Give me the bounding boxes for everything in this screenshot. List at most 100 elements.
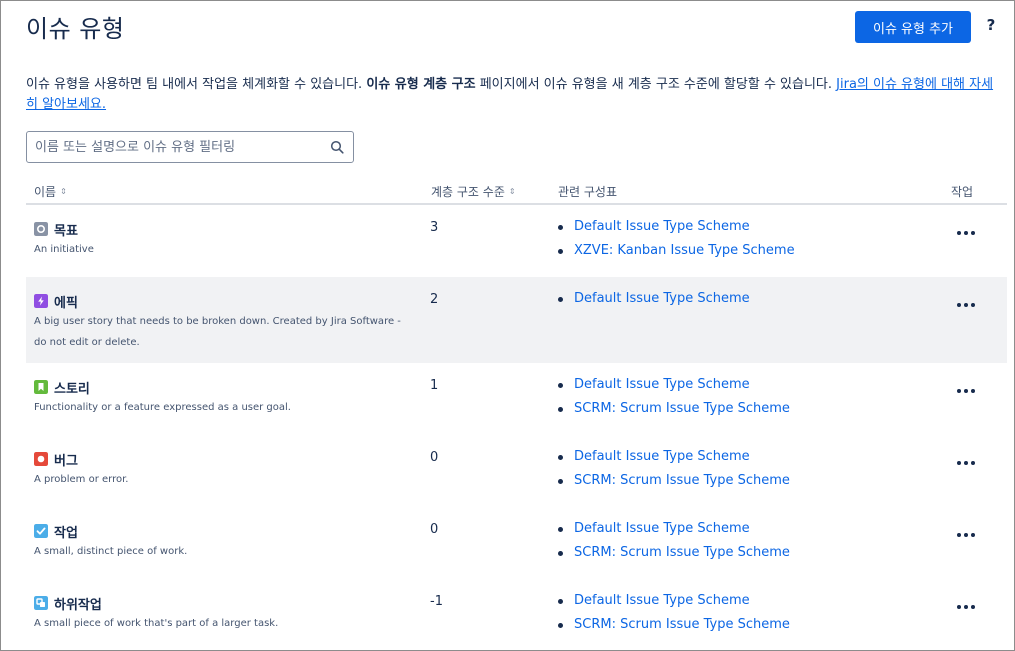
issue-type-name[interactable]: 목표 bbox=[54, 220, 78, 239]
scheme-list: Default Issue Type Scheme bbox=[556, 287, 750, 311]
hierarchy-level: 3 bbox=[430, 220, 439, 235]
list-item: Default Issue Type Scheme bbox=[556, 445, 790, 469]
scheme-link[interactable]: Default Issue Type Scheme bbox=[574, 291, 750, 306]
list-item: SCRM: Scrum Issue Type Scheme bbox=[556, 397, 790, 421]
more-actions-button[interactable] bbox=[952, 525, 980, 545]
column-header-actions: 작업 bbox=[951, 183, 973, 200]
hierarchy-level: 0 bbox=[430, 450, 439, 465]
search-icon[interactable] bbox=[330, 140, 344, 154]
issue-type-name[interactable]: 버그 bbox=[54, 450, 78, 469]
scheme-list: Default Issue Type Scheme SCRM: Scrum Is… bbox=[556, 589, 790, 637]
page-title: 이슈 유형 bbox=[26, 15, 125, 43]
scheme-link[interactable]: SCRM: Scrum Issue Type Scheme bbox=[574, 617, 790, 632]
issue-type-description: A problem or error. bbox=[34, 474, 129, 485]
scheme-list: Default Issue Type Scheme SCRM: Scrum Is… bbox=[556, 517, 790, 565]
scheme-link[interactable]: Default Issue Type Scheme bbox=[574, 449, 750, 464]
column-header-level-label: 계층 구조 수준 bbox=[431, 185, 505, 199]
more-dot bbox=[964, 231, 968, 235]
more-dot bbox=[957, 231, 961, 235]
more-actions-button[interactable] bbox=[952, 381, 980, 401]
table-row: 에픽 A big user story that needs to be bro… bbox=[26, 277, 1007, 363]
list-item: SCRM: Scrum Issue Type Scheme bbox=[556, 541, 790, 565]
list-item: Default Issue Type Scheme bbox=[556, 589, 790, 613]
hierarchy-level: 1 bbox=[430, 378, 439, 393]
more-dot bbox=[957, 389, 961, 393]
list-item: SCRM: Scrum Issue Type Scheme bbox=[556, 613, 790, 637]
more-dot bbox=[957, 533, 961, 537]
more-actions-button[interactable] bbox=[952, 453, 980, 473]
bug-icon bbox=[34, 452, 48, 466]
scheme-link[interactable]: SCRM: Scrum Issue Type Scheme bbox=[574, 545, 790, 560]
epic-icon bbox=[34, 294, 48, 308]
more-actions-button[interactable] bbox=[952, 223, 980, 243]
scheme-link[interactable]: Default Issue Type Scheme bbox=[574, 593, 750, 608]
more-dot bbox=[971, 389, 975, 393]
more-dot bbox=[964, 533, 968, 537]
scheme-link[interactable]: SCRM: Scrum Issue Type Scheme bbox=[574, 473, 790, 488]
hierarchy-level: 0 bbox=[430, 522, 439, 537]
issue-type-description: A small, distinct piece of work. bbox=[34, 546, 188, 557]
table-row: 스토리 Functionality or a feature expressed… bbox=[26, 363, 1007, 435]
more-dot bbox=[964, 461, 968, 465]
issue-type-description: A small piece of work that's part of a l… bbox=[34, 618, 279, 629]
scheme-list: Default Issue Type Scheme SCRM: Scrum Is… bbox=[556, 445, 790, 493]
sort-icon: ⇕ bbox=[60, 186, 67, 196]
issue-type-name[interactable]: 에픽 bbox=[54, 292, 78, 311]
more-dot bbox=[964, 605, 968, 609]
page-description: 이슈 유형을 사용하면 팀 내에서 작업을 체계화할 수 있습니다. 이슈 유형… bbox=[26, 75, 1002, 115]
help-icon[interactable]: ? bbox=[984, 16, 998, 38]
add-issue-type-button[interactable]: 이슈 유형 추가 bbox=[855, 11, 971, 43]
column-header-name-label: 이름 bbox=[34, 185, 57, 199]
more-dot bbox=[971, 533, 975, 537]
more-dot bbox=[971, 605, 975, 609]
column-header-level[interactable]: 계층 구조 수준 ⇕ bbox=[431, 183, 516, 200]
more-dot bbox=[971, 231, 975, 235]
column-header-actions-label: 작업 bbox=[951, 185, 974, 199]
more-actions-button[interactable] bbox=[952, 295, 980, 315]
more-dot bbox=[964, 303, 968, 307]
list-item: Default Issue Type Scheme bbox=[556, 215, 795, 239]
scheme-list: Default Issue Type Scheme SCRM: Scrum Is… bbox=[556, 373, 790, 421]
issue-type-description: An initiative bbox=[34, 244, 94, 255]
more-dot bbox=[971, 461, 975, 465]
description-text: 이슈 유형을 사용하면 팀 내에서 작업을 체계화할 수 있습니다. bbox=[26, 77, 367, 92]
list-item: SCRM: Scrum Issue Type Scheme bbox=[556, 469, 790, 493]
table-row: 목표 An initiative 3 Default Issue Type Sc… bbox=[26, 205, 1007, 277]
scheme-link[interactable]: Default Issue Type Scheme bbox=[574, 377, 750, 392]
list-item: Default Issue Type Scheme bbox=[556, 517, 790, 541]
search-box bbox=[26, 131, 354, 163]
scheme-list: Default Issue Type Scheme XZVE: Kanban I… bbox=[556, 215, 795, 263]
more-dot bbox=[971, 303, 975, 307]
list-item: XZVE: Kanban Issue Type Scheme bbox=[556, 239, 795, 263]
page-frame: 이슈 유형 이슈 유형 추가 ? 이슈 유형을 사용하면 팀 내에서 작업을 체… bbox=[0, 0, 1015, 651]
sort-icon: ⇕ bbox=[508, 186, 516, 196]
more-dot bbox=[957, 461, 961, 465]
issue-type-name[interactable]: 스토리 bbox=[54, 378, 90, 397]
issue-type-description: Functionality or a feature expressed as … bbox=[34, 402, 291, 413]
scheme-link[interactable]: SCRM: Scrum Issue Type Scheme bbox=[574, 401, 790, 416]
more-dot bbox=[964, 389, 968, 393]
list-item: Default Issue Type Scheme bbox=[556, 287, 750, 311]
list-item: Default Issue Type Scheme bbox=[556, 373, 790, 397]
task-icon bbox=[34, 524, 48, 538]
table-row: 버그 A problem or error. 0 Default Issue T… bbox=[26, 435, 1007, 507]
more-dot bbox=[957, 303, 961, 307]
more-actions-button[interactable] bbox=[952, 597, 980, 617]
hierarchy-level: 2 bbox=[430, 292, 439, 307]
description-bold-text: 이슈 유형 계층 구조 bbox=[366, 77, 476, 92]
issue-type-name[interactable]: 하위작업 bbox=[54, 594, 102, 613]
description-text-2: 페이지에서 이슈 유형을 새 계층 구조 수준에 할당할 수 있습니다. bbox=[475, 77, 837, 92]
search-input[interactable] bbox=[27, 132, 317, 162]
scheme-link[interactable]: XZVE: Kanban Issue Type Scheme bbox=[574, 243, 795, 258]
issue-type-description: A big user story that needs to be broken… bbox=[34, 316, 401, 348]
table-row: 하위작업 A small piece of work that's part o… bbox=[26, 579, 1007, 650]
column-header-schemes-label: 관련 구성표 bbox=[558, 185, 618, 199]
story-icon bbox=[34, 380, 48, 394]
issue-type-name[interactable]: 작업 bbox=[54, 522, 78, 541]
goal-icon bbox=[34, 222, 48, 236]
more-dot bbox=[957, 605, 961, 609]
scheme-link[interactable]: Default Issue Type Scheme bbox=[574, 521, 750, 536]
scheme-link[interactable]: Default Issue Type Scheme bbox=[574, 219, 750, 234]
column-header-name[interactable]: 이름 ⇕ bbox=[34, 183, 67, 200]
table-row: 작업 A small, distinct piece of work. 0 De… bbox=[26, 507, 1007, 579]
